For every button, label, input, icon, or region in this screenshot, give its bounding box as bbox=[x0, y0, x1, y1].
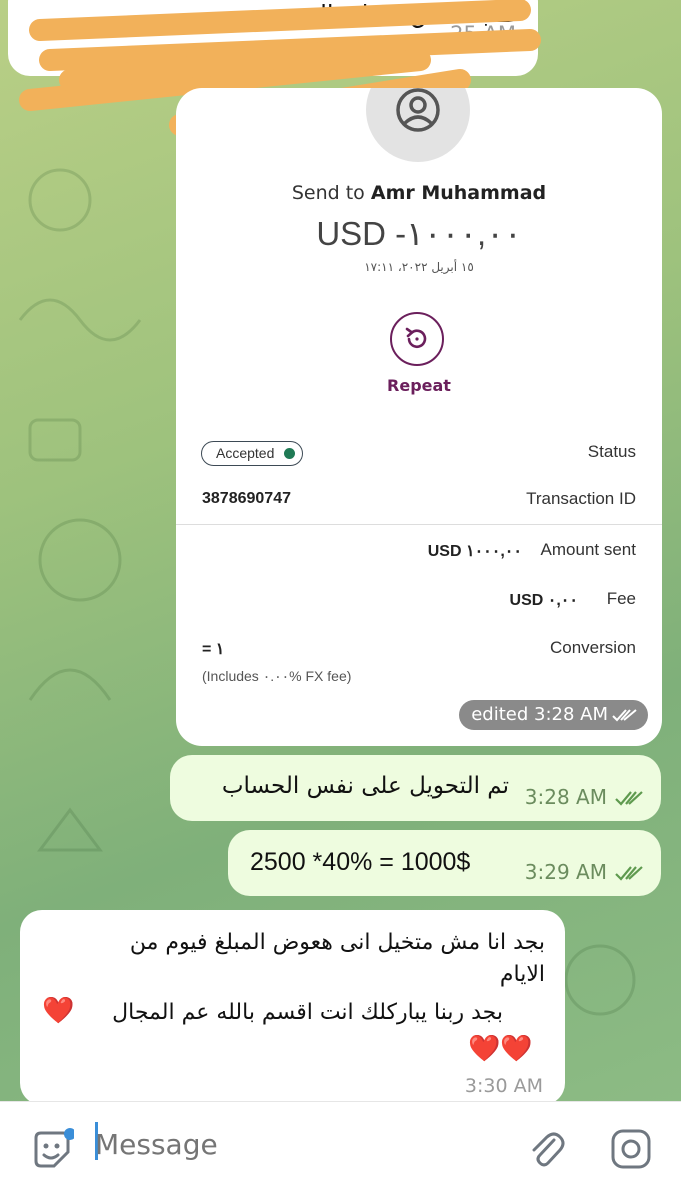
edited-time-pill: edited 3:28 AM bbox=[459, 700, 648, 730]
message-line: بجد ربنا يباركلك انت اقسم بالله عم المجا… bbox=[112, 1000, 503, 1025]
outgoing-message[interactable]: تم التحويل على نفس الحساب 3:28 AM bbox=[170, 755, 661, 821]
status-badge: Accepted bbox=[201, 441, 304, 466]
message-time: 3:29 AM bbox=[524, 860, 607, 884]
heart-emoji: ❤️ bbox=[42, 996, 75, 1026]
repeat-icon bbox=[405, 327, 427, 348]
read-checks-icon bbox=[612, 709, 637, 722]
message-text: تم التحويل على نفس الحساب bbox=[221, 773, 509, 799]
message-composer bbox=[0, 1101, 681, 1181]
fee-label: Fee bbox=[606, 589, 636, 608]
fx-fee-note: (Includes ٠.٠٠% FX fee) bbox=[202, 668, 352, 684]
edited-time: edited 3:28 AM bbox=[471, 704, 608, 725]
message-time: 3:30 AM bbox=[464, 1075, 543, 1097]
incoming-message[interactable]: بجد انا مش متخيل انى هعوض المبلغ فيوم من… bbox=[20, 910, 565, 1105]
avatar-icon bbox=[366, 88, 470, 162]
transaction-id-label: Transaction ID bbox=[526, 489, 636, 508]
send-to-line: Send to Amr Muhammad bbox=[176, 182, 662, 204]
status-badge-text: Accepted bbox=[216, 445, 275, 461]
repeat-label[interactable]: Repeat bbox=[176, 376, 662, 395]
sticker-icon[interactable] bbox=[28, 1126, 76, 1174]
fee-value: USD ٠,٠٠ bbox=[509, 592, 578, 609]
recipient-name: Amr Muhammad bbox=[370, 182, 547, 204]
transaction-id-value: 3878690747 bbox=[202, 490, 291, 507]
repeat-button[interactable] bbox=[390, 312, 444, 366]
message-line: بجد انا مش متخيل انى هعوض المبلغ فيوم من bbox=[129, 930, 545, 955]
conversion-value: = ١ bbox=[202, 641, 225, 658]
message-text: 2500 *40% = 1000$ bbox=[250, 848, 471, 876]
outgoing-message[interactable]: 2500 *40% = 1000$ 3:29 AM bbox=[228, 830, 661, 896]
status-label: Status bbox=[587, 442, 636, 461]
hearts-emoji: ❤️❤️ bbox=[468, 1034, 533, 1064]
transfer-date: ١٥ أبريل ٢٠٢٢، ١٧:١١ bbox=[364, 260, 474, 274]
camera-icon[interactable] bbox=[606, 1124, 656, 1174]
attach-icon[interactable] bbox=[522, 1124, 570, 1172]
status-dot bbox=[284, 448, 296, 459]
message-input[interactable] bbox=[95, 1124, 495, 1164]
read-checks-icon bbox=[615, 866, 643, 881]
read-checks-icon bbox=[615, 791, 643, 806]
amount-sent-value: USD ١٠٠٠,٠٠ bbox=[427, 543, 522, 560]
send-to-prefix: Send to bbox=[291, 182, 365, 204]
message-line: الايام bbox=[499, 962, 545, 987]
message-time: 3:28 AM bbox=[524, 785, 607, 809]
card-divider bbox=[176, 524, 662, 525]
transfer-amount: USD -١٠٠٠,٠٠ bbox=[316, 215, 522, 252]
amount-sent-label: Amount sent bbox=[540, 540, 636, 559]
conversion-label: Conversion bbox=[550, 638, 636, 657]
transfer-receipt-card[interactable]: Send to Amr Muhammad USD -١٠٠٠,٠٠ ١٥ أبر… bbox=[176, 88, 662, 746]
